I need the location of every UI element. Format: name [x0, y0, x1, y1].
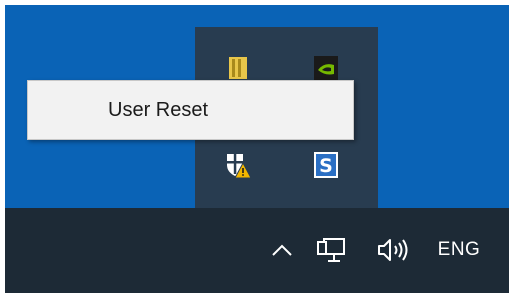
taskbar: ENG — [5, 208, 509, 293]
nvidia-icon[interactable] — [312, 54, 340, 82]
screenshot-frame: S User Reset ENG — [0, 0, 514, 298]
context-menu: User Reset — [27, 80, 354, 140]
volume-icon[interactable] — [373, 230, 413, 270]
app-yellow-icon[interactable] — [224, 54, 252, 82]
desktop: S User Reset ENG — [5, 5, 509, 293]
windows-security-warning-icon[interactable] — [224, 151, 252, 179]
sync-s-icon[interactable]: S — [312, 151, 340, 179]
svg-text:S: S — [319, 155, 333, 177]
menu-item-label: User Reset — [108, 98, 209, 121]
show-hidden-icons-chevron-icon[interactable] — [267, 230, 297, 270]
network-icon[interactable] — [315, 230, 349, 270]
menu-item-user-reset[interactable]: User Reset — [30, 83, 351, 137]
language-indicator[interactable]: ENG — [425, 230, 493, 270]
